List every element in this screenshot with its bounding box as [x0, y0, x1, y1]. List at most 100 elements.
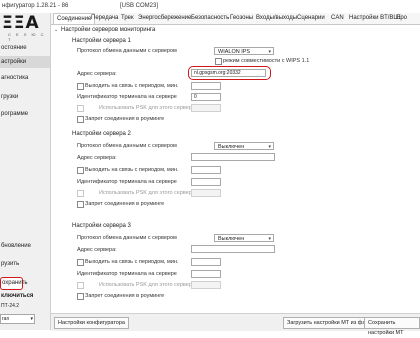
nav-item-about[interactable]: рограмме [0, 111, 28, 117]
server-2-protocol-label: Протокол обмена данными с сервером [77, 143, 177, 149]
server-1-psk-checkbox[interactable] [77, 105, 84, 112]
tab-label: Безопасность [191, 15, 230, 21]
server-3-period-field[interactable] [191, 258, 221, 266]
server-2-period-checkbox[interactable] [77, 167, 84, 174]
nav-item-load[interactable]: рузить [0, 261, 19, 267]
server-2-period-label: Выходить на связь с периодом, мин. [85, 167, 179, 173]
server-3-address-field[interactable] [191, 245, 275, 253]
sidebar: ΞΞΑ С Е Л Ю С Т остояние астройки агност… [0, 13, 51, 330]
chevron-down-icon: ▾ [268, 236, 271, 242]
server-1-period-label: Выходить на связь с периодом, мин. [85, 83, 179, 89]
device-name-label: ПТ-24.2 [1, 303, 20, 309]
select-value: Выключен [218, 144, 245, 150]
nav-item-update[interactable]: бновление [0, 243, 31, 249]
tab-bar: Соединение Передача Трек Энергосбережени… [51, 13, 420, 25]
server-2-roaming-label: Запрет соединения в роуминге [85, 201, 165, 207]
brand-slogan: С Е Л Ю С Т [8, 32, 46, 42]
server-2-period-field[interactable] [191, 166, 221, 174]
tab-bt-ble[interactable]: Настройки BT/BLE [349, 13, 401, 23]
tab-geozones[interactable]: Геозоны [230, 13, 253, 23]
server-3-period-checkbox[interactable] [77, 259, 84, 266]
chevron-down-icon: ▾ [268, 49, 271, 55]
server-2-psk-label: Использовать PSK для этого сервера [99, 190, 195, 196]
server-1-protocol-select[interactable]: WIALON IPS ▾ [214, 47, 274, 55]
server-1-compat-label: режим совместимости с WIPS 1.1 [223, 58, 310, 64]
server-3-terminal-id-field[interactable] [191, 270, 221, 278]
server-3-protocol-label: Протокол обмена данными с сервером [77, 235, 177, 241]
nav-item-label: остояние [1, 45, 27, 51]
server-2-protocol-select[interactable]: Выключен ▾ [214, 142, 274, 150]
tab-io[interactable]: Входы/выходы [256, 13, 297, 23]
save-button[interactable]: охранить [0, 277, 27, 290]
server-3-period-label: Выходить на связь с периодом, мин. [85, 259, 179, 265]
chevron-down-icon: ▾ [30, 316, 33, 322]
tab-label: Соединение [57, 16, 92, 22]
server-1-roaming-label: Запрет соединения в роуминге [85, 116, 165, 122]
nav-item-settings[interactable]: астройки [0, 56, 50, 68]
select-value: Выключен [218, 236, 245, 242]
server-1-terminal-id-label: Идентификатор терминала на сервере [77, 94, 177, 100]
title-bar: нфигуратор 1.28.21 - 86 [USB COM23] [0, 0, 420, 14]
port-select[interactable]: ran ▾ [0, 314, 35, 324]
server-3-address-label: Адрес сервера: [77, 247, 117, 253]
tab-security[interactable]: Безопасность [191, 13, 229, 23]
port-select-value: ran [2, 316, 10, 322]
tab-more[interactable]: Про [396, 13, 407, 23]
server-1-period-checkbox[interactable] [77, 83, 84, 90]
tab-transmission[interactable]: Передача [91, 13, 118, 23]
tab-label: Сценарии [297, 15, 325, 21]
save-settings-button[interactable]: Сохранить настройки МТ [364, 317, 420, 336]
nav-item-status[interactable]: остояние [0, 45, 27, 51]
select-value: WIALON IPS [218, 49, 251, 55]
server-3-terminal-id-label: Идентификатор терминала на сервере [77, 271, 177, 277]
server-3-psk-field[interactable] [191, 281, 221, 289]
server-3-title: Настройки сервера 3 [72, 223, 131, 229]
group-title: Настройки серверов мониторинга [61, 27, 156, 33]
nav-item-label: агностика [1, 75, 29, 81]
server-2-terminal-id-field[interactable] [191, 178, 221, 186]
brand-logo: ΞΞΑ [2, 13, 40, 33]
tab-power-saving[interactable]: Энергосбережение [138, 13, 191, 23]
chevron-down-icon: ▾ [268, 144, 271, 150]
server-1-terminal-id-field[interactable]: 0 [191, 93, 221, 101]
tab-can[interactable]: CAN [331, 13, 344, 23]
server-3-roaming-checkbox[interactable] [77, 293, 84, 300]
tab-connection[interactable]: Соединение [53, 13, 96, 24]
server-3-psk-checkbox[interactable] [77, 282, 84, 289]
tab-label: Энергосбережение [138, 15, 192, 21]
tab-label: Передача [91, 15, 119, 21]
server-2-psk-field[interactable] [191, 189, 221, 197]
tab-label: Трек [121, 15, 134, 21]
server-1-psk-label: Использовать PSK для этого сервера [99, 105, 195, 111]
nav-item-downloads[interactable]: грузки [0, 94, 18, 100]
server-1-roaming-checkbox[interactable] [77, 116, 84, 123]
server-2-roaming-checkbox[interactable] [77, 201, 84, 208]
server-1-protocol-label: Протокол обмена данными с сервером [77, 48, 177, 54]
nav-item-label: астройки [1, 59, 27, 65]
app-title: нфигуратор 1.28.21 - 86 [2, 3, 69, 9]
server-1-psk-field[interactable] [191, 104, 221, 112]
server-2-terminal-id-label: Идентификатор терминала на сервере [77, 179, 177, 185]
server-2-psk-checkbox[interactable] [77, 190, 84, 197]
tab-track[interactable]: Трек [121, 13, 134, 23]
nav-item-diagnostics[interactable]: агностика [0, 75, 28, 81]
server-2-address-field[interactable] [191, 153, 275, 161]
address-highlight [188, 66, 271, 80]
server-3-protocol-select[interactable]: Выключен ▾ [214, 234, 274, 242]
server-3-psk-label: Использовать PSK для этого сервера [99, 282, 195, 288]
save-button-label: охранить [2, 280, 28, 286]
device-name: ПТ-24.2 [0, 303, 19, 309]
server-1-compat-checkbox[interactable] [215, 58, 222, 65]
nav-item-connect[interactable]: ключиться [0, 293, 33, 299]
tab-label: Про [396, 15, 407, 21]
nav-item-label: бновление [1, 243, 31, 249]
tab-scenarios[interactable]: Сценарии [297, 13, 325, 23]
configurator-settings-button[interactable]: Настройки конфигуратора [54, 317, 129, 329]
server-3-roaming-label: Запрет соединения в роуминге [85, 293, 165, 299]
server-1-address-label: Адрес сервера: [77, 71, 117, 77]
collapse-icon[interactable]: ⌄ [54, 27, 58, 33]
server-2-title: Настройки сервера 2 [72, 131, 131, 137]
tab-label: Геозоны [230, 15, 254, 21]
connection-panel: ⌄ Настройки серверов мониторинга Настрой… [51, 25, 420, 313]
server-1-period-field[interactable] [191, 82, 221, 90]
